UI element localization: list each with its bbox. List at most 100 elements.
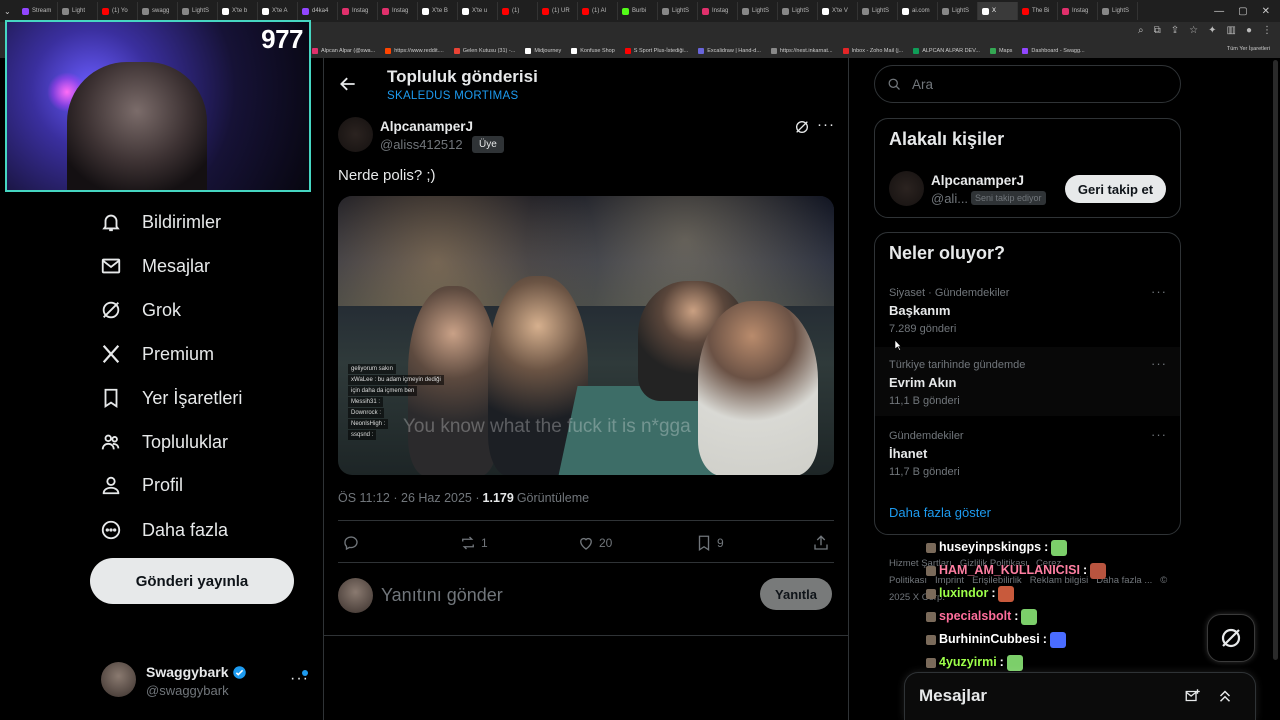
trend-more-icon[interactable]: ··· <box>1151 284 1167 299</box>
trend-name[interactable]: Evrim Akın <box>889 375 956 390</box>
browser-tab[interactable]: X <box>978 2 1018 20</box>
browser-tab[interactable]: X'te V <box>818 2 858 20</box>
trend-more-icon[interactable]: ··· <box>1151 427 1167 442</box>
nav-item-more-circle[interactable]: Daha fazla <box>100 515 228 545</box>
star-icon[interactable]: ☆ <box>1189 25 1198 36</box>
bookmark-action[interactable]: 9 <box>695 533 724 553</box>
bookmark-item[interactable]: Maps <box>989 48 1012 54</box>
browser-tab[interactable]: X'te A <box>258 2 298 20</box>
bookmark-item[interactable]: https://www.reddit.... <box>385 48 444 54</box>
community-name-link[interactable]: SKALEDUS MORTIMAS <box>387 90 518 102</box>
post-author-name[interactable]: AlpcanamperJ <box>380 119 473 134</box>
bookmark-item[interactable]: Konfuse Shop <box>571 48 615 54</box>
browser-tab[interactable]: Light <box>58 2 98 20</box>
trend-name[interactable]: Başkanım <box>889 303 950 318</box>
tab-favicon-icon <box>542 7 549 15</box>
grok-float-button[interactable] <box>1207 614 1255 662</box>
browser-tab[interactable]: d4ka4 <box>298 2 338 20</box>
related-person-avatar[interactable] <box>889 171 924 206</box>
reply-button[interactable]: Yanıtla <box>760 578 832 610</box>
browser-tab[interactable]: Burbi <box>618 2 658 20</box>
nav-item-grok[interactable]: Grok <box>100 295 181 325</box>
search-icon[interactable]: ⌕ <box>1138 25 1144 36</box>
chrome-menu-icon[interactable]: ⌄ <box>4 7 18 16</box>
grok-icon[interactable] <box>794 119 810 135</box>
post-time[interactable]: ÖS 11:12 · 26 Haz 2025 · <box>338 491 480 505</box>
related-person-name[interactable]: AlpcanamperJ <box>931 173 1024 188</box>
post-author-handle[interactable]: @aliss412512 <box>380 137 463 152</box>
trend-more-icon[interactable]: ··· <box>1151 356 1167 371</box>
bookmark-item[interactable]: S Sport Plus-İstediği... <box>624 48 689 54</box>
browser-tab[interactable]: Instag <box>1058 2 1098 20</box>
profile-icon[interactable]: ● <box>1246 25 1252 36</box>
browser-tab[interactable]: Instag <box>698 2 738 20</box>
browser-tab[interactable]: (1) Yo <box>98 2 138 20</box>
show-more-link[interactable]: Daha fazla göster <box>889 505 991 520</box>
extensions-icon[interactable]: ✦ <box>1208 25 1216 36</box>
tab-favicon-icon <box>22 7 29 15</box>
nav-item-communities[interactable]: Topluluklar <box>100 427 228 457</box>
browser-tab[interactable]: Stream <box>18 2 58 20</box>
post-more-icon[interactable]: ··· <box>817 116 835 133</box>
all-bookmarks-link[interactable]: Tüm Yer İşaretleri <box>1227 46 1270 52</box>
bookmark-item[interactable]: ALPCAN ALPAR DEV... <box>913 48 980 54</box>
browser-tab[interactable]: (1) Al <box>578 2 618 20</box>
menu-icon[interactable]: ⋮ <box>1262 25 1272 36</box>
bookmark-item[interactable]: Gelen Kutusu (31) -... <box>453 48 515 54</box>
like-action[interactable]: 20 <box>577 533 612 553</box>
nav-item-profile[interactable]: Profil <box>100 470 183 500</box>
browser-tab[interactable]: Instag <box>338 2 378 20</box>
browser-tab[interactable]: (1) UR <box>538 2 578 20</box>
reply-input[interactable] <box>381 583 741 607</box>
browser-tab[interactable]: ai.com <box>898 2 938 20</box>
account-name[interactable]: Swaggybark <box>146 664 247 680</box>
new-message-icon[interactable] <box>1184 687 1202 705</box>
close-icon[interactable]: ✕ <box>1262 6 1270 17</box>
bookmark-label: S Sport Plus-İstediği... <box>633 48 689 54</box>
share-action[interactable] <box>812 533 830 553</box>
sidepanel-icon[interactable]: ▥ <box>1227 25 1236 36</box>
browser-tab[interactable]: X'te b <box>218 2 258 20</box>
browser-tab[interactable]: LightS <box>1098 2 1138 20</box>
nav-item-bookmark[interactable]: Yer İşaretleri <box>100 383 242 413</box>
browser-tab[interactable]: LightS <box>658 2 698 20</box>
browser-tab[interactable]: LightS <box>938 2 978 20</box>
browser-tab[interactable]: LightS <box>778 2 818 20</box>
bookmark-item[interactable]: Midjourney <box>525 48 561 54</box>
nav-item-x-logo[interactable]: Premium <box>100 339 214 369</box>
account-avatar[interactable] <box>101 662 136 697</box>
nav-item-mail[interactable]: Mesajlar <box>100 251 210 281</box>
browser-tab[interactable]: Instag <box>378 2 418 20</box>
browser-tab[interactable]: LightS <box>178 2 218 20</box>
post-video[interactable]: geliyorum sakın xWaLee : bu adam içmeyin … <box>338 196 834 475</box>
browser-tab[interactable]: (1) <box>498 2 538 20</box>
install-icon[interactable]: ⧉ <box>1154 25 1161 36</box>
post-author-avatar[interactable] <box>338 117 373 152</box>
trend-name[interactable]: İhanet <box>889 446 927 461</box>
tab-favicon-icon <box>982 7 989 15</box>
follow-back-button[interactable]: Geri takip et <box>1065 175 1166 203</box>
browser-tab[interactable]: X'te B <box>418 2 458 20</box>
chevrons-up-icon[interactable] <box>1216 687 1234 705</box>
bookmark-item[interactable]: Excalidraw | Hand-d... <box>698 48 761 54</box>
nav-item-bell[interactable]: Bildirimler <box>100 207 221 237</box>
repost-action[interactable]: 1 <box>459 533 488 553</box>
share-icon[interactable]: ⇪ <box>1171 25 1179 36</box>
post-button[interactable]: Gönderi yayınla <box>90 558 294 604</box>
reply-action[interactable] <box>342 533 360 553</box>
bookmark-item[interactable]: Alpcan Alpar (@swa... <box>312 48 375 54</box>
browser-tab[interactable]: LightS <box>858 2 898 20</box>
browser-tab[interactable]: The Bi <box>1018 2 1058 20</box>
minimize-icon[interactable]: — <box>1214 6 1224 17</box>
browser-tab[interactable]: X'te u <box>458 2 498 20</box>
tab-favicon-icon <box>942 7 949 15</box>
back-arrow-icon[interactable] <box>338 74 358 94</box>
browser-tab[interactable]: LightS <box>738 2 778 20</box>
browser-tab[interactable]: swagg <box>138 2 178 20</box>
bookmark-item[interactable]: Inbox - Zoho Mail (j... <box>842 48 903 54</box>
bookmark-item[interactable]: Dashboard - Swagg... <box>1022 48 1085 54</box>
search-box[interactable]: Ara <box>874 65 1181 103</box>
maximize-icon[interactable]: ▢ <box>1238 6 1247 17</box>
scrollbar[interactable] <box>1273 60 1278 660</box>
bookmark-item[interactable]: https://nest.inkarnat... <box>770 48 833 54</box>
